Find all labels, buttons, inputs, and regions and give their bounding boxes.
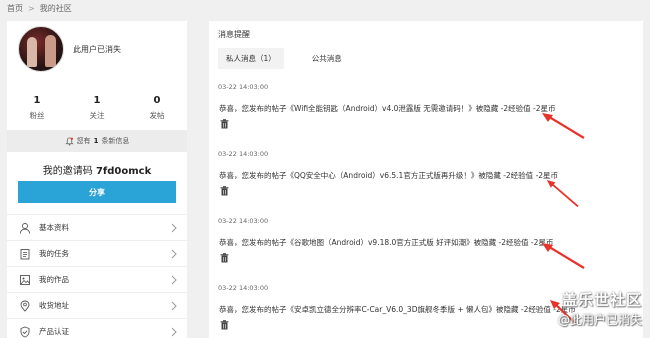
- menu-item-label: 我的任务: [39, 249, 69, 258]
- task-icon: [19, 248, 31, 260]
- watermark-brand: 盖乐世社区: [561, 291, 642, 309]
- chevron-right-icon: [171, 249, 177, 259]
- certify-icon: [19, 326, 31, 338]
- menu-item-product-certification[interactable]: 产品认证: [7, 318, 187, 338]
- message-time: 03-22 14:03:00: [218, 284, 269, 292]
- breadcrumb: 首页 > 我的社区: [7, 3, 72, 14]
- new-message-notice[interactable]: 您有 1 条新信息: [7, 130, 187, 152]
- username[interactable]: 此用户已消失: [73, 44, 121, 55]
- menu-item-shipping-address[interactable]: 收货地址: [7, 292, 187, 318]
- stat-fans[interactable]: 1 粉丝: [7, 95, 67, 121]
- menu-item-my-tasks[interactable]: 我的任务: [7, 240, 187, 266]
- user-header: 此用户已消失: [7, 21, 187, 96]
- invite-label: 我的邀请码: [42, 166, 93, 177]
- trash-icon[interactable]: [220, 253, 229, 263]
- bell-icon: [64, 136, 74, 146]
- message-panel-title: 消息提醒: [218, 30, 250, 39]
- annotation-arrow: [546, 180, 579, 208]
- user-stats: 1 粉丝 1 关注 0 发帖: [7, 95, 187, 121]
- message-text: 恭喜，您发布的帖子《谷歌地图（Android）v9.18.0官方正式版 好评如潮…: [219, 238, 554, 247]
- invite-code: 我的邀请码 7fd0omck: [7, 162, 187, 177]
- chevron-right-icon: [171, 327, 177, 337]
- stat-following-label: 关注: [89, 111, 105, 120]
- breadcrumb-home-link[interactable]: 首页: [7, 3, 23, 14]
- share-button[interactable]: 分享: [18, 181, 176, 203]
- stat-posts-label: 发帖: [149, 111, 165, 120]
- message-text: 恭喜，您发布的帖子《安卓凯立德全分辨率C-Car_V6.0_3D旗舰冬季版 + …: [219, 305, 576, 314]
- invite-code-value: 7fd0omck: [95, 166, 152, 177]
- annotation-arrow: [542, 243, 585, 269]
- stat-fans-count: 1: [33, 95, 41, 106]
- menu-item-my-works[interactable]: 我的作品: [7, 266, 187, 292]
- location-icon: [19, 300, 31, 312]
- trash-icon[interactable]: [220, 186, 229, 196]
- breadcrumb-current: 我的社区: [39, 4, 72, 13]
- menu-item-basic-info[interactable]: 基本资料: [7, 214, 187, 240]
- notice-prefix: 您有: [76, 137, 91, 145]
- chevron-right-icon: [171, 223, 177, 233]
- tab-private-messages[interactable]: 私人消息（1）: [218, 48, 284, 69]
- notice-suffix: 条新信息: [101, 137, 130, 145]
- message-time: 03-22 14:03:00: [218, 150, 269, 158]
- profile-panel: 此用户已消失 1 粉丝 1 关注 0 发帖 您有 1 条新信息 我的邀请码 7f…: [7, 21, 187, 338]
- notice-count: 1: [93, 137, 99, 145]
- message-text: 恭喜，您发布的帖子《QQ安全中心（Android）v6.5.1官方正式版再升级！…: [219, 171, 559, 180]
- trash-icon[interactable]: [220, 119, 229, 129]
- message-time: 03-22 14:03:00: [218, 217, 269, 225]
- message-tabs: 私人消息（1） 公共消息: [218, 48, 350, 69]
- works-icon: [19, 274, 31, 286]
- chevron-right-icon: [171, 301, 177, 311]
- watermark-user: @此用户已消失: [557, 313, 642, 327]
- trash-icon[interactable]: [220, 320, 229, 330]
- stat-posts-count: 0: [153, 95, 161, 106]
- avatar[interactable]: [18, 26, 64, 72]
- menu-item-label: 我的作品: [39, 275, 69, 284]
- profile-menu: 基本资料 我的任务 我的作品 收货地址 产品认证: [7, 214, 187, 338]
- message-time: 03-22 14:03:00: [218, 83, 269, 91]
- breadcrumb-separator: >: [28, 4, 35, 13]
- tab-public-messages[interactable]: 公共消息: [283, 48, 350, 69]
- message-text: 恭喜，您发布的帖子《Wifi全能钥匙（Android）v4.0泄露版 无需邀请码…: [219, 104, 556, 113]
- stat-following-count: 1: [93, 95, 101, 106]
- watermark: 盖乐世社区 @此用户已消失: [558, 289, 642, 328]
- stat-following[interactable]: 1 关注: [67, 95, 127, 121]
- user-icon: [19, 222, 31, 234]
- menu-item-label: 基本资料: [39, 223, 69, 232]
- menu-item-label: 收货地址: [39, 301, 69, 310]
- stat-fans-label: 粉丝: [29, 111, 45, 120]
- stat-posts[interactable]: 0 发帖: [127, 95, 187, 121]
- chevron-right-icon: [171, 275, 177, 285]
- annotation-arrow: [542, 113, 585, 139]
- menu-item-label: 产品认证: [39, 327, 69, 336]
